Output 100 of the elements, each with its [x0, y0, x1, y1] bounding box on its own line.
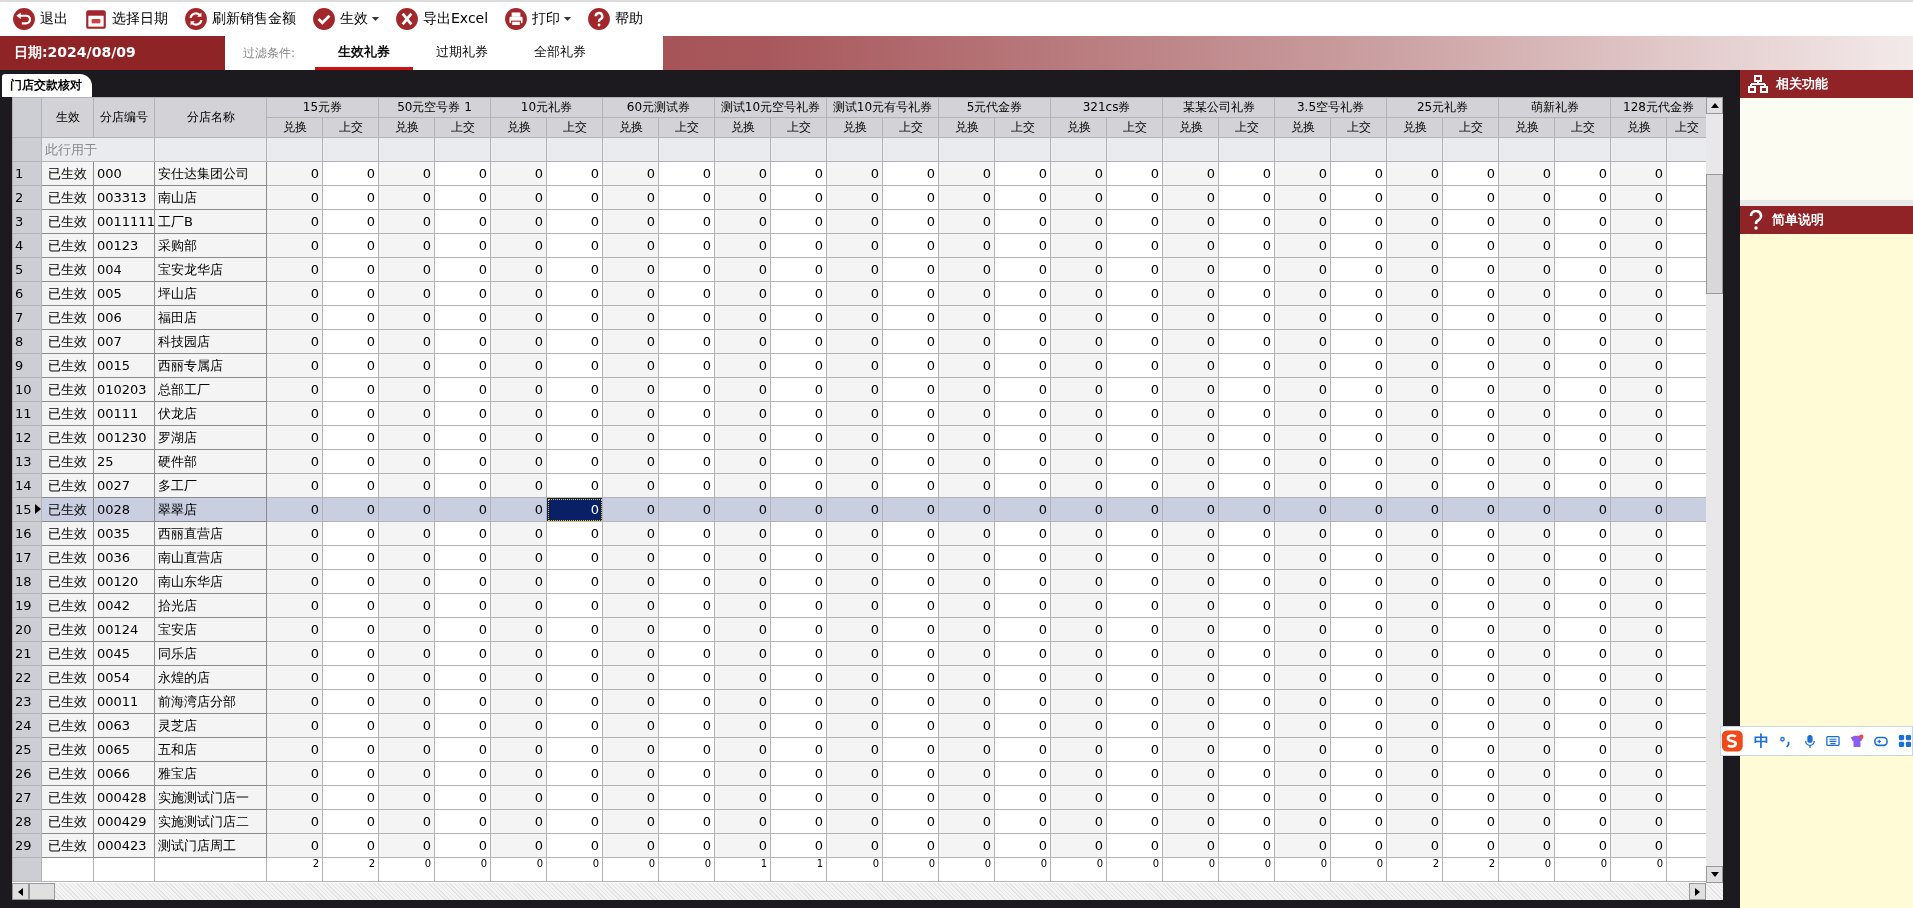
row-number: 20	[12, 617, 42, 642]
column-group-header: 3.5空号礼券	[1274, 97, 1387, 118]
column-group-header: 50元空号券 1	[378, 97, 491, 118]
table-cell: 总部工厂	[154, 377, 267, 402]
row-number: 5	[12, 257, 42, 282]
column-header[interactable]: 生效	[41, 97, 94, 138]
column-group-header: 10元礼券	[490, 97, 603, 118]
table-cell: 前海湾店分部	[154, 689, 267, 714]
table-cell: 西丽专属店	[154, 353, 267, 378]
vertical-scrollbar[interactable]	[1706, 97, 1723, 883]
row-number: 19	[12, 593, 42, 618]
x-mark-icon	[395, 7, 419, 31]
row-number: 3	[12, 209, 42, 234]
row-number: 27	[12, 785, 42, 810]
table-cell: 灵芝店	[154, 713, 267, 738]
row-number: 2	[12, 185, 42, 210]
sitemap-icon	[1748, 75, 1768, 93]
panel-tab[interactable]: 门店交款核对	[2, 74, 92, 97]
scroll-down-icon[interactable]	[1710, 872, 1719, 877]
date-label: 日期:2024/08/09	[0, 36, 225, 70]
toolbar-button[interactable]: 选择日期	[82, 5, 170, 33]
table-cell: 硬件部	[154, 449, 267, 474]
column-header[interactable]: 分店编号	[93, 97, 155, 138]
table-cell: 安仕达集团公司	[154, 161, 267, 186]
column-group-header: 128元代金券	[1610, 97, 1706, 118]
row-number: 21	[12, 641, 42, 666]
microphone-icon[interactable]	[1802, 733, 1817, 749]
table-cell: 同乐店	[154, 641, 267, 666]
shirt-icon[interactable]	[1850, 733, 1865, 749]
scroll-thumb[interactable]	[29, 883, 55, 900]
filter-tab[interactable]: 过期礼券	[413, 36, 512, 70]
table-cell: 实施测试门店二	[154, 809, 267, 834]
row-number: 24	[12, 713, 42, 738]
scroll-up-icon[interactable]	[1710, 103, 1719, 108]
row-number: 22	[12, 665, 42, 690]
table-cell: 多工厂	[154, 473, 267, 498]
table-cell: 实施测试门店一	[154, 785, 267, 810]
logo-icon[interactable]	[1721, 728, 1744, 754]
row-number: 13	[12, 449, 42, 474]
input-mode-toggle[interactable]: 中	[1753, 731, 1769, 751]
scroll-left-icon[interactable]	[18, 887, 23, 896]
column-header[interactable]: 分店名称	[154, 97, 267, 138]
row-number: 4	[12, 233, 42, 258]
toolbar-button[interactable]: 退出	[10, 5, 70, 33]
table-cell: 科技园店	[154, 329, 267, 354]
table-cell: 五和店	[154, 737, 267, 762]
toolbar-button[interactable]: 刷新销售金额	[182, 5, 298, 33]
row-number: 16	[12, 521, 42, 546]
keyboard-icon[interactable]	[1826, 733, 1841, 749]
refresh-icon	[184, 7, 208, 31]
column-group-header: 测试10元空号礼券	[714, 97, 827, 118]
toolbar-button[interactable]: 生效	[310, 5, 381, 33]
column-group-header: 某某公司礼券	[1162, 97, 1275, 118]
table-cell: 罗湖店	[154, 425, 267, 450]
table-cell: 宝安龙华店	[154, 257, 267, 282]
table-cell: 翠翠店	[154, 497, 267, 522]
row-number: 23	[12, 689, 42, 714]
panel-title: 简单说明	[1772, 211, 1824, 229]
row-number: 17	[12, 545, 42, 570]
table-cell: 伏龙店	[154, 401, 267, 426]
toolbar-button[interactable]: 帮助	[585, 5, 646, 33]
table-cell: 采购部	[154, 233, 267, 258]
horizontal-scrollbar[interactable]	[12, 883, 1723, 900]
row-number: 10	[12, 377, 42, 402]
table-cell: 工厂B	[154, 209, 267, 234]
table-cell: 宝安店	[154, 617, 267, 642]
table-cell: 雅宝店	[154, 761, 267, 786]
scroll-right-icon[interactable]	[1695, 887, 1700, 896]
filter-tab[interactable]: 全部礼券	[511, 36, 610, 70]
question-mark-icon	[1748, 210, 1764, 230]
table-cell: 福田店	[154, 305, 267, 330]
row-number: 7	[12, 305, 42, 330]
column-group-header: 15元券	[266, 97, 379, 118]
table-cell: 测试门店周工	[154, 833, 267, 858]
column-group-header: 萌新礼券	[1498, 97, 1611, 118]
table-cell: 南山店	[154, 185, 267, 210]
row-number: 8	[12, 329, 42, 354]
table-cell: 南山直营店	[154, 545, 267, 570]
row-number: 15	[12, 497, 42, 522]
toolbar-button[interactable]: 导出Excel	[393, 5, 491, 33]
table-cell: 坪山店	[154, 281, 267, 306]
table-cell: 永煌的店	[154, 665, 267, 690]
panel-title: 相关功能	[1776, 75, 1828, 93]
help-icon	[587, 7, 612, 31]
table-cell: 拾光店	[154, 593, 267, 618]
toolbar-button[interactable]: 打印	[502, 5, 574, 33]
table-cell: 西丽直营店	[154, 521, 267, 546]
check-icon	[312, 7, 336, 31]
scroll-thumb[interactable]	[1706, 174, 1723, 294]
row-number: 11	[12, 401, 42, 426]
row-number: 14	[12, 473, 42, 498]
column-group-header: 测试10元有号礼券	[826, 97, 939, 118]
row-number: 1	[12, 161, 42, 186]
row-number: 9	[12, 353, 42, 378]
filter-label: 过滤条件:	[243, 44, 296, 62]
printer-icon	[504, 7, 529, 31]
row-number: 28	[12, 809, 42, 834]
column-group-header: 60元测试券	[602, 97, 715, 118]
grid-icon[interactable]	[1898, 733, 1913, 749]
table-cell: 南山东华店	[154, 569, 267, 594]
